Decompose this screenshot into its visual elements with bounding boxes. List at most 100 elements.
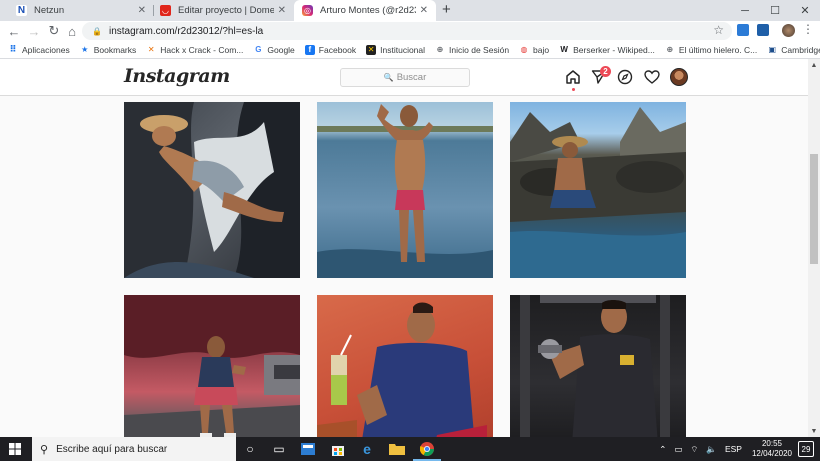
- search-input[interactable]: 🔍 Buscar: [340, 68, 470, 87]
- bookmark-inicio-sesion[interactable]: ⊕ Inicio de Sesión: [435, 45, 509, 55]
- scroll-down-icon[interactable]: ▼: [808, 425, 820, 437]
- file-explorer-icon[interactable]: [389, 441, 405, 457]
- home-icon[interactable]: ⌂: [64, 23, 80, 39]
- taskbar-search-input[interactable]: ⚲ Escribe aquí para buscar: [32, 437, 236, 461]
- close-icon[interactable]: ✕: [420, 5, 428, 16]
- notification-center-icon[interactable]: 29: [798, 441, 814, 457]
- bookmark-facebook[interactable]: f Facebook: [304, 44, 356, 55]
- hackxcrack-icon: ✕: [147, 45, 155, 54]
- heart-icon[interactable]: [643, 68, 661, 86]
- forward-icon[interactable]: →: [26, 23, 42, 39]
- apps-grid-icon: ⠿: [9, 44, 17, 54]
- rocky-shore-photo-art: [510, 107, 686, 278]
- bajo-icon: ◍: [520, 45, 528, 54]
- explore-compass-icon[interactable]: [616, 68, 634, 86]
- reload-icon[interactable]: ↻: [46, 23, 62, 39]
- globe-icon: ⊕: [436, 45, 444, 54]
- search-icon: 🔍: [383, 73, 394, 82]
- store-bag-icon[interactable]: [330, 441, 346, 457]
- extension-icon[interactable]: [737, 24, 749, 36]
- profile-avatar[interactable]: [670, 68, 688, 86]
- tab-title: Arturo Montes (@r2d23012) • Fo: [320, 5, 416, 16]
- tab-title: Editar proyecto | Domestika: [178, 5, 274, 16]
- bookmark-apps[interactable]: ⠿ Aplicaciones: [8, 44, 70, 55]
- tab-domestika[interactable]: ◡ Editar proyecto | Domestika ✕: [152, 0, 294, 21]
- bookmark-hielero[interactable]: ⊕ El último hielero. C...: [665, 45, 757, 55]
- calculator-icon[interactable]: [300, 441, 316, 457]
- cortana-icon[interactable]: ○: [242, 441, 258, 457]
- bookmark-wikipedia[interactable]: W Berserker - Wikiped...: [559, 45, 655, 55]
- bookmark-cambridge[interactable]: ▣ Cambridge Diction...: [767, 45, 820, 55]
- close-icon[interactable]: ✕: [138, 5, 146, 16]
- taskbar-search-placeholder: Escribe aquí para buscar: [56, 443, 168, 455]
- street-crouch-photo[interactable]: [124, 295, 300, 437]
- menu-kebab-icon[interactable]: ⋮: [802, 22, 814, 36]
- bookmark-bajo[interactable]: ◍ bajo: [519, 45, 550, 55]
- bookmark-star-icon[interactable]: ☆: [713, 23, 724, 37]
- new-tab-button[interactable]: +: [442, 1, 451, 18]
- tab-title: Netzun: [34, 5, 65, 16]
- tab-instagram[interactable]: ◎ Arturo Montes (@r2d23012) • Fo ✕: [294, 0, 436, 21]
- bookmark-label: Inicio de Sesión: [449, 44, 510, 55]
- bookmark-bookmarks[interactable]: ★ Bookmarks: [80, 45, 136, 55]
- browser-tab-strip: N Netzun ✕ ◡ Editar proyecto | Domestika…: [0, 0, 820, 21]
- wikipedia-icon: W: [560, 45, 568, 54]
- tab-netzun[interactable]: N Netzun ✕: [8, 0, 154, 21]
- star-icon: ★: [81, 45, 89, 54]
- network-icon[interactable]: ⌔: [690, 444, 698, 455]
- edge-icon[interactable]: e: [359, 441, 375, 457]
- profile-avatar-icon[interactable]: [782, 24, 795, 37]
- language-indicator[interactable]: ESP: [725, 444, 742, 454]
- windows-taskbar: ⚲ Escribe aquí para buscar ○ ▭ e ⌃ ▭ ⌔ 🔈…: [0, 437, 820, 461]
- active-indicator: [572, 88, 575, 91]
- instagram-logo[interactable]: Instagram: [124, 65, 230, 87]
- search-icon: ⚲: [40, 443, 49, 456]
- page-scrollbar[interactable]: ▲ ▼: [808, 59, 820, 437]
- bookmark-label: Berserker - Wikiped...: [573, 44, 655, 55]
- scroll-up-icon[interactable]: ▲: [808, 59, 820, 71]
- dm-badge: 2: [600, 66, 611, 77]
- institucional-icon: ✕: [366, 44, 377, 55]
- domestika-icon: ◡: [160, 5, 171, 16]
- chevron-up-icon[interactable]: ⌃: [659, 444, 666, 455]
- scroll-thumb[interactable]: [810, 154, 818, 264]
- gym-photo[interactable]: [510, 295, 686, 437]
- drink-portrait-photo-art: [317, 302, 487, 437]
- battery-icon[interactable]: ▭: [674, 444, 682, 455]
- bookmark-institucional[interactable]: ✕ Institucional: [366, 44, 425, 55]
- minimize-icon[interactable]: ─: [730, 0, 760, 21]
- instagram-icon: ◎: [302, 5, 313, 16]
- drink-portrait-photo[interactable]: [317, 295, 493, 437]
- clock-date: 12/04/2020: [751, 449, 792, 458]
- close-window-icon[interactable]: ✕: [790, 0, 820, 21]
- url-text[interactable]: instagram.com/r2d23012/?hl=es-la: [109, 26, 263, 37]
- bookmark-google[interactable]: G Google: [253, 44, 295, 55]
- extension-icon[interactable]: [757, 24, 769, 36]
- browser-toolbar: ← → ↻ ⌂ 🔒 instagram.com/r2d23012/?hl=es-…: [0, 21, 820, 41]
- clock[interactable]: 20:55 12/04/2020: [752, 439, 792, 459]
- close-icon[interactable]: ✕: [278, 5, 286, 16]
- facebook-icon: f: [304, 44, 315, 55]
- task-view-icon[interactable]: ▭: [271, 441, 287, 457]
- street-crouch-photo-art: [124, 295, 300, 437]
- bookmarks-bar: ⠿ Aplicaciones ★ Bookmarks ✕ Hack x Crac…: [0, 41, 820, 59]
- address-bar[interactable]: 🔒 instagram.com/r2d23012/?hl=es-la ☆: [82, 22, 732, 40]
- bookmark-hackxcrack[interactable]: ✕ Hack x Crack - Com...: [146, 45, 243, 55]
- climbing-photo[interactable]: [124, 102, 300, 278]
- windows-start-icon[interactable]: [9, 443, 21, 455]
- home-icon[interactable]: [564, 68, 582, 86]
- beach-wave-photo-art: [317, 104, 493, 278]
- instagram-header: Instagram 🔍 Buscar 2: [0, 59, 808, 96]
- volume-icon[interactable]: 🔈: [706, 444, 717, 455]
- system-tray: ⌃ ▭ ⌔ 🔈 ESP 20:55 12/04/2020 29: [655, 437, 820, 461]
- chrome-icon[interactable]: [419, 441, 435, 457]
- rocky-shore-photo[interactable]: [510, 102, 686, 278]
- beach-wave-photo[interactable]: [317, 102, 493, 278]
- bookmark-label: Google: [267, 44, 295, 55]
- bookmark-label: El último hielero. C...: [678, 44, 758, 55]
- maximize-icon[interactable]: ☐: [760, 0, 790, 21]
- clock-time: 20:55: [761, 439, 782, 448]
- bookmark-label: Aplicaciones: [22, 44, 70, 55]
- back-icon[interactable]: ←: [6, 23, 22, 39]
- lock-icon[interactable]: 🔒: [92, 27, 102, 36]
